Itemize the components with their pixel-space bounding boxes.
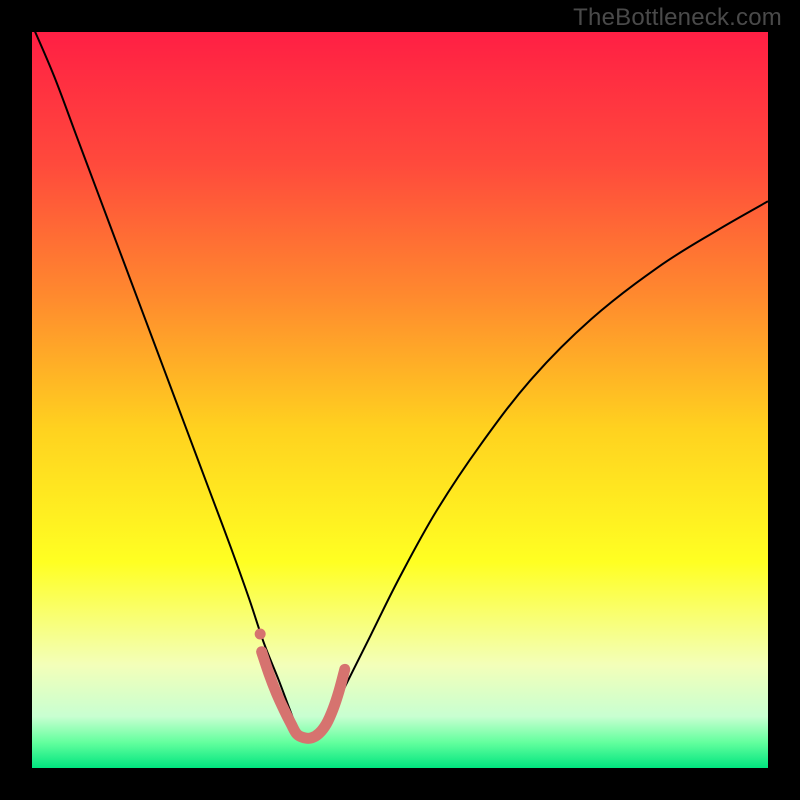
chart-plot-area — [32, 32, 768, 768]
marker-trough-marker — [255, 629, 266, 640]
chart-frame: TheBottleneck.com — [0, 0, 800, 800]
chart-markers-group — [255, 629, 266, 640]
chart-svg — [32, 32, 768, 768]
series-trough-overlay — [262, 652, 345, 739]
series-main-curve — [32, 32, 768, 738]
chart-series-group — [32, 32, 768, 738]
watermark-label: TheBottleneck.com — [573, 4, 782, 32]
